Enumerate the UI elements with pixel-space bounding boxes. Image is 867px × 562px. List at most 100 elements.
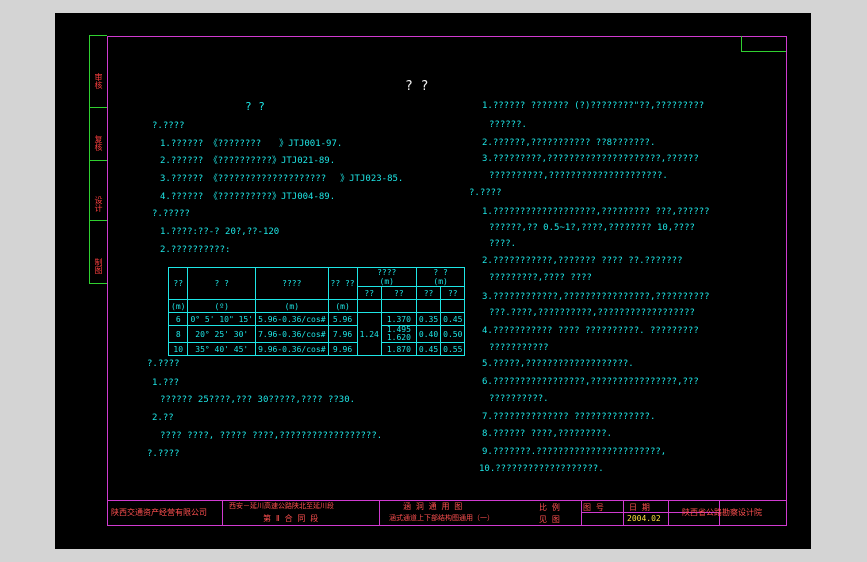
right-item: 8.?????? ????,?????????.: [482, 429, 613, 439]
project-line-1: 西安－延川高速公路陕北至延川段: [229, 502, 334, 510]
spec-table: ?? ? ? ???? ?? ?? ???? (m) ? ? (m) ?? ?? ?…: [167, 267, 466, 356]
cell: 0.55: [440, 342, 466, 356]
q2-heading: 2.??: [152, 413, 174, 423]
outer-frame-left: [89, 35, 90, 283]
unit-8: [440, 299, 466, 313]
right-line-4: 3.?????????,?????????????????????,??????: [482, 154, 699, 164]
date-value: 2004.02: [627, 514, 661, 523]
right-item: ????.: [489, 239, 517, 249]
cell: 5.96: [327, 312, 358, 326]
side-tab-1: 审核: [94, 73, 103, 89]
section-2-heading: ?.?????: [152, 209, 190, 219]
cell: 35° 40' 45': [187, 342, 257, 356]
right-line-3: 2.??????,??????????? ??8???????.: [482, 138, 656, 148]
tab-sep-2: [89, 160, 107, 161]
right-item: 9.???????.???????????????????????,: [482, 447, 667, 457]
scale-label: 比 例: [539, 503, 560, 512]
side-tab-3: 设计: [94, 196, 103, 212]
cell: 0° 5' 10" 15': [187, 312, 257, 326]
date-label: 日 期: [629, 503, 650, 512]
right-item: 6.?????????????????,????????????????,???: [482, 377, 699, 387]
cell: 9.96-0.36/cos#: [255, 342, 329, 356]
outer-frame-top: [89, 35, 107, 36]
right-item: 2.???????????,??????? ???? ??.???????: [482, 256, 683, 266]
param-2: 2.??????????:: [160, 245, 231, 255]
right-heading: ?.????: [469, 188, 502, 198]
side-tab-4: 制图: [94, 258, 103, 274]
section-1-heading: ?.????: [152, 121, 185, 131]
cell: 1.370: [380, 312, 417, 326]
cell: 5.96-0.36/cos#: [255, 312, 329, 326]
cell: 7.96: [327, 325, 358, 343]
inner-frame-right: [786, 36, 787, 525]
ref-2: 2.?????? 《??????????》JTJ021-89.: [160, 156, 336, 166]
right-item: 7.?????????????? ??????????????.: [482, 412, 656, 422]
inner-frame-top: [107, 36, 786, 37]
right-item: 10.???????????????????.: [479, 464, 604, 474]
th-sub-2: ??: [380, 286, 417, 300]
cell: 10: [167, 342, 189, 356]
right-item: 3.????????????,????????????????,????????…: [482, 292, 710, 302]
designer-name: 陕西省公路勘察设计院: [682, 508, 762, 517]
cell: 1.870: [380, 342, 417, 356]
table-row: 10 35° 40' 45' 9.96-0.36/cos# 9.96 1.870…: [167, 342, 466, 356]
right-item: ???.????,??????????,??????????????????: [489, 308, 695, 318]
unit-6: [380, 299, 417, 313]
cell: 20° 25' 30': [187, 325, 257, 343]
figure-no-label: 图 号: [583, 503, 604, 512]
ref-1: 1.?????? 《???????? 》JTJ001-97.: [160, 139, 343, 149]
right-item: ??????,?? 0.5~1?,????,???????? 10,????: [489, 223, 695, 233]
th-sub-3: ??: [415, 286, 442, 300]
project-line-2: 第 Ⅱ 合 同 段: [263, 514, 319, 523]
drawing-title-2: 涵式通道上下部结构图通用（一）: [389, 514, 494, 522]
tab-sep-3: [89, 220, 107, 221]
unit-4: (m): [327, 299, 358, 313]
left-subtitle: ? ?: [245, 100, 265, 113]
cell: 8: [167, 325, 189, 343]
drawing-title-1: 涵 洞 通 用 图: [403, 502, 463, 511]
unit-3: (m): [255, 299, 329, 313]
right-item: 4.??????????? ???? ??????????. ?????????: [482, 326, 699, 336]
outer-frame-bottom: [89, 283, 107, 284]
th-sub-1: ??: [356, 286, 382, 300]
right-line-5: ??????????,?????????????????????.: [489, 171, 668, 181]
right-item: ???????????: [489, 343, 549, 353]
th-angle: ? ?: [187, 267, 257, 300]
cell: 0.45: [440, 312, 466, 326]
cell-merged: 1.24: [356, 312, 382, 356]
right-line-1: 1.?????? ??????? (?)????????"??,????????…: [482, 101, 705, 111]
cell: 9.96: [327, 342, 358, 356]
corner-box-bottom: [741, 51, 786, 52]
section-3-heading: ?.????: [147, 359, 180, 369]
cell: 0.40: [415, 325, 442, 343]
cell: 1.495 1.620: [380, 325, 417, 343]
th-group-b: ? ? (m): [415, 267, 466, 287]
q2-text: ???? ????, ????? ????,??????????????????…: [160, 431, 383, 441]
cell: 0.50: [440, 325, 466, 343]
right-item: 5.?????,???????????????????.: [482, 359, 634, 369]
th-group-a: ???? (m): [356, 267, 417, 287]
unit-1: (m): [167, 299, 189, 313]
company-name: 陕西交通资产经营有限公司: [111, 508, 207, 517]
q1-text: ?????? 25????,??? 30?????,???? ??30.: [160, 395, 356, 405]
th-width: ?? ??: [327, 267, 358, 300]
cell: 0.35: [415, 312, 442, 326]
inner-frame-left: [107, 36, 108, 525]
right-line-2: ??????.: [489, 120, 527, 130]
q1-heading: 1.???: [152, 378, 180, 388]
cell: 6: [167, 312, 189, 326]
unit-2: (º): [187, 299, 257, 313]
cell: 0.45: [415, 342, 442, 356]
right-item: ??????????.: [489, 394, 549, 404]
scale-value: 见 图: [539, 515, 560, 524]
cell: 7.96-0.36/cos#: [255, 325, 329, 343]
section-4-heading: ?.????: [147, 449, 180, 459]
param-1: 1.????:??-? 20?,??-120: [160, 227, 280, 237]
unit-7: [415, 299, 442, 313]
th-formula: ????: [255, 267, 329, 300]
right-item: ?????????,???? ????: [489, 273, 592, 283]
corner-box-left: [741, 36, 742, 51]
th-radius: ??: [167, 267, 189, 300]
drawing-canvas: 审核 复核 设计 制图 ? ? ? ? ?.???? 1.?????? 《???…: [55, 13, 811, 549]
table-row: 6 0° 5' 10" 15' 5.96-0.36/cos# 5.96 1.24…: [167, 312, 466, 356]
